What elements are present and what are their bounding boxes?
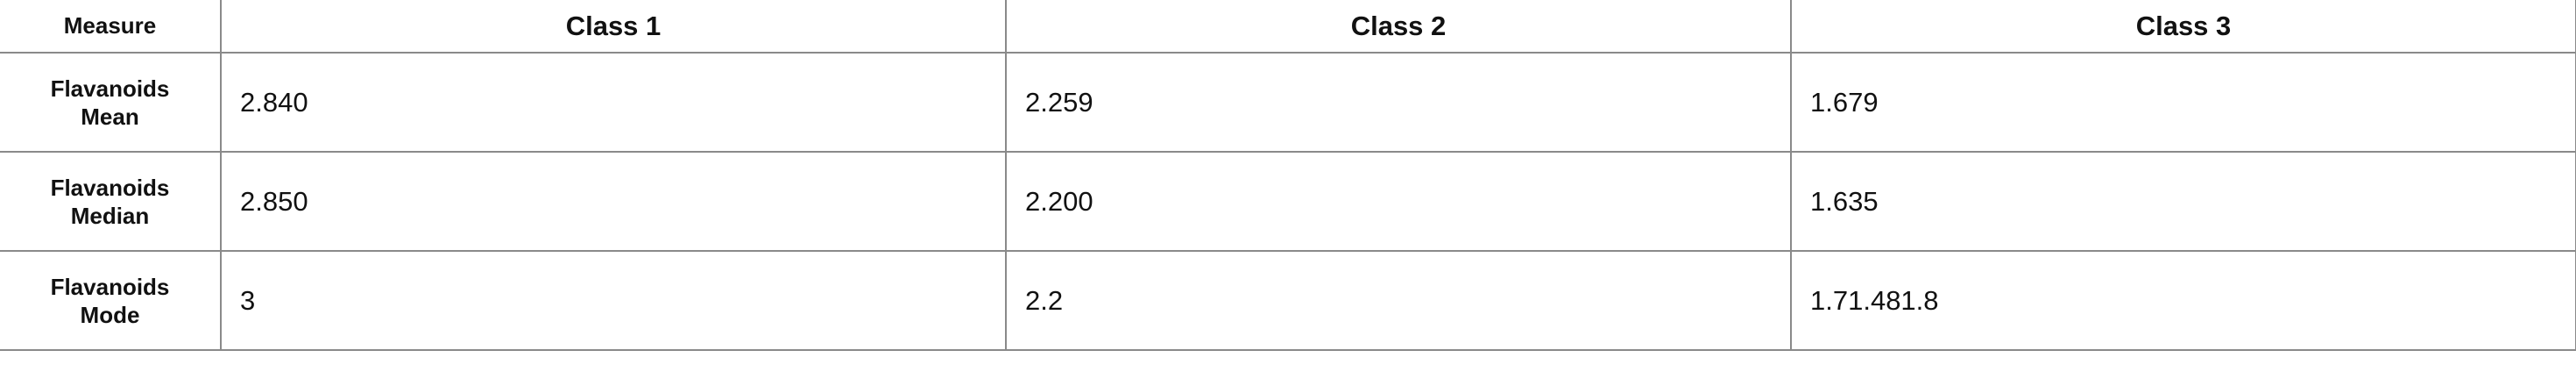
cell-mean-class-3: 1.679 [1790, 52, 2576, 153]
statistics-table: Measure Class 1 Class 2 Class 3 Flavanoi… [0, 0, 2576, 351]
cell-median-class-2: 2.200 [1005, 151, 1792, 252]
row-header-line-2: Mode [80, 301, 140, 328]
row-header-mean: Flavanoids Mean [0, 52, 222, 153]
column-header-class-3: Class 3 [1790, 0, 2576, 54]
cell-mode-class-2: 2.2 [1005, 250, 1792, 351]
table-row-mode: Flavanoids Mode 3 2.2 1.71.481.8 [0, 250, 2576, 351]
row-header-line-2: Median [70, 202, 150, 229]
header-row: Measure Class 1 Class 2 Class 3 [0, 0, 2576, 54]
cell-mode-class-1: 3 [220, 250, 1007, 351]
cell-median-class-1: 2.850 [220, 151, 1007, 252]
row-header-mode: Flavanoids Mode [0, 250, 222, 351]
cell-mean-class-2: 2.259 [1005, 52, 1792, 153]
cell-mean-class-1: 2.840 [220, 52, 1007, 153]
row-header-line-1: Flavanoids [50, 174, 170, 201]
row-header-median: Flavanoids Median [0, 151, 222, 252]
cell-mode-class-3: 1.71.481.8 [1790, 250, 2576, 351]
column-header-measure: Measure [0, 0, 222, 54]
table-row-median: Flavanoids Median 2.850 2.200 1.635 [0, 151, 2576, 252]
column-header-class-2: Class 2 [1005, 0, 1792, 54]
row-header-line-2: Mean [81, 103, 139, 130]
row-header-line-1: Flavanoids [50, 75, 170, 102]
cell-median-class-3: 1.635 [1790, 151, 2576, 252]
row-header-line-1: Flavanoids [50, 273, 170, 300]
table-row-mean: Flavanoids Mean 2.840 2.259 1.679 [0, 52, 2576, 153]
column-header-class-1: Class 1 [220, 0, 1007, 54]
